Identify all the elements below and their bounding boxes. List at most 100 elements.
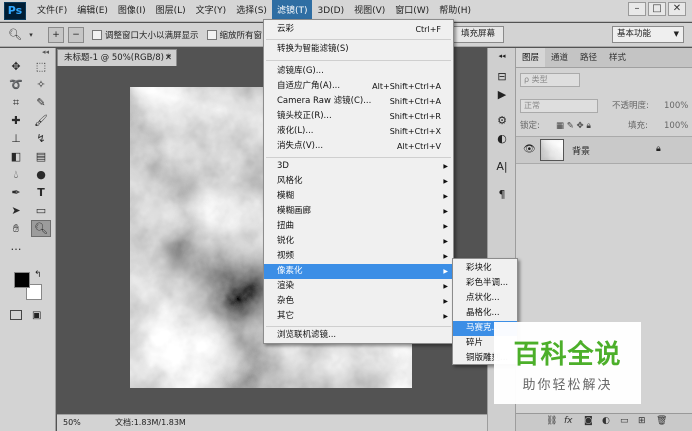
- delete-layer-icon[interactable]: 🗑︎: [656, 416, 667, 426]
- menu-item-distort[interactable]: 扭曲 ▶: [264, 219, 453, 234]
- submenu-item-crystallize[interactable]: 晶格化...: [453, 306, 517, 321]
- eraser-tool-icon[interactable]: ◧: [6, 148, 26, 165]
- menu-item-liquify[interactable]: 液化(L)... Shift+Ctrl+X: [264, 124, 453, 139]
- menu-separator: [266, 326, 451, 327]
- opacity-value[interactable]: 100%: [664, 98, 688, 114]
- properties-panel-icon[interactable]: ⚙︎: [493, 114, 511, 130]
- zoom-tool-icon[interactable]: 🔍︎: [4, 26, 26, 44]
- menu-item-blur[interactable]: 模糊 ▶: [264, 189, 453, 204]
- crop-tool-icon[interactable]: ⌗: [6, 94, 26, 111]
- healing-brush-tool-icon[interactable]: ✚: [6, 112, 26, 129]
- lock-icons[interactable]: ▦ ✎ ✥ 🔒︎: [556, 118, 591, 134]
- submenu-item-pointillize[interactable]: 点状化...: [453, 291, 517, 306]
- fx-icon[interactable]: fx: [564, 416, 573, 426]
- lasso-tool-icon[interactable]: ➰: [6, 76, 26, 93]
- menu-item-other[interactable]: 其它 ▶: [264, 309, 453, 324]
- panel-collapse-icon[interactable]: ◂◂: [0, 48, 55, 58]
- zoom-in-icon[interactable]: +: [48, 26, 64, 43]
- history-brush-tool-icon[interactable]: ↯: [31, 130, 51, 147]
- brush-tool-icon[interactable]: 🖌︎: [31, 112, 51, 129]
- marquee-tool-icon[interactable]: ⬚: [31, 58, 51, 75]
- menu-item-sharpen[interactable]: 锐化 ▶: [264, 234, 453, 249]
- quick-mask-icon[interactable]: [10, 310, 22, 320]
- menu-type[interactable]: 文字(Y): [191, 0, 232, 22]
- swap-colors-icon[interactable]: ↰: [34, 270, 42, 280]
- pen-tool-icon[interactable]: ✒: [6, 184, 26, 201]
- menu-item-shortcut: Alt+Shift+Ctrl+A: [372, 82, 441, 91]
- link-layers-icon[interactable]: ⛓: [546, 416, 557, 426]
- new-layer-icon[interactable]: ⊞: [638, 416, 646, 426]
- adjustment-layer-icon[interactable]: ◐: [602, 416, 610, 426]
- zoom-all-checkbox[interactable]: [206, 29, 217, 40]
- menu-item-browse-online[interactable]: 浏览联机滤镜...: [264, 328, 453, 343]
- menu-item-3d[interactable]: 3D ▶: [264, 159, 453, 174]
- more-tools-icon[interactable]: …: [6, 238, 26, 255]
- submenu-item-color-halftone[interactable]: 彩色半调...: [453, 276, 517, 291]
- menu-item-vanishing-point[interactable]: 消失点(V)... Alt+Ctrl+V: [264, 139, 453, 154]
- menu-edit[interactable]: 编辑(E): [72, 0, 113, 22]
- shape-tool-icon[interactable]: ▭: [31, 202, 51, 219]
- zoom-level[interactable]: 50%: [63, 415, 81, 431]
- screen-mode-icon[interactable]: ▣: [32, 310, 41, 321]
- menu-image[interactable]: 图像(I): [113, 0, 151, 22]
- tab-paths[interactable]: 路径: [574, 48, 603, 67]
- menu-file[interactable]: 文件(F): [32, 0, 72, 22]
- close-icon[interactable]: ✕: [668, 2, 686, 16]
- eye-icon[interactable]: 👁︎: [523, 144, 536, 155]
- foreground-color-swatch[interactable]: [14, 272, 30, 288]
- history-panel-icon[interactable]: ⊟: [493, 70, 511, 86]
- menu-item-smart-filter[interactable]: 转换为智能滤镜(S): [264, 42, 453, 57]
- clone-stamp-tool-icon[interactable]: ⊥: [6, 130, 26, 147]
- menu-item-filter-gallery[interactable]: 滤镜库(G)...: [264, 64, 453, 79]
- menu-item-last-filter[interactable]: 云彩 Ctrl+F: [264, 22, 453, 37]
- menu-item-video[interactable]: 视频 ▶: [264, 249, 453, 264]
- blur-tool-icon[interactable]: 💧︎: [6, 166, 26, 183]
- collapse-icon[interactable]: ◂◂: [493, 52, 511, 68]
- paragraph-panel-icon[interactable]: ¶: [493, 188, 511, 204]
- dodge-tool-icon[interactable]: ●: [31, 166, 51, 183]
- resize-windows-checkbox[interactable]: [92, 29, 102, 40]
- magic-wand-tool-icon[interactable]: ✧: [31, 76, 51, 93]
- menu-item-noise[interactable]: 杂色 ▶: [264, 294, 453, 309]
- layer-row-background[interactable]: 👁︎ 背景 🔒︎: [516, 136, 692, 164]
- fill-screen-button[interactable]: 填充屏幕: [452, 26, 504, 43]
- menu-item-blur-gallery[interactable]: 模糊画廊 ▶: [264, 204, 453, 219]
- tab-styles[interactable]: 样式: [603, 48, 632, 67]
- character-panel-icon[interactable]: A|: [493, 160, 511, 176]
- gradient-tool-icon[interactable]: ▤: [31, 148, 51, 165]
- tool-preset-chevron-icon[interactable]: ▾: [26, 26, 36, 44]
- menu-item-lens-correction[interactable]: 镜头校正(R)... Shift+Ctrl+R: [264, 109, 453, 124]
- maximize-icon[interactable]: □: [648, 2, 666, 16]
- menu-item-pixelate[interactable]: 像素化 ▶: [264, 264, 453, 279]
- move-tool-icon[interactable]: ✥: [6, 58, 26, 75]
- zoom-tool-selected-icon[interactable]: 🔍︎: [31, 220, 51, 237]
- document-tab[interactable]: 未标题-1 @ 50%(RGB/8) * ✕: [57, 49, 177, 66]
- menu-item-label: 3D: [277, 161, 289, 171]
- tab-layers[interactable]: 图层: [516, 48, 546, 67]
- menu-item-stylize[interactable]: 风格化 ▶: [264, 174, 453, 189]
- zoom-out-icon[interactable]: −: [68, 26, 84, 43]
- blend-mode-select[interactable]: 正常: [520, 99, 598, 113]
- workspace-select[interactable]: 基本功能 ▼: [612, 26, 684, 43]
- menu-separator: [266, 157, 451, 158]
- tab-channels[interactable]: 通道: [545, 48, 574, 67]
- hand-tool-icon[interactable]: ✋︎: [6, 220, 26, 237]
- new-group-icon[interactable]: ▭: [620, 416, 629, 426]
- type-tool-icon[interactable]: T: [31, 184, 51, 201]
- menu-item-render[interactable]: 渲染 ▶: [264, 279, 453, 294]
- eyedropper-tool-icon[interactable]: ✎: [31, 94, 51, 111]
- close-tab-icon[interactable]: ✕: [165, 50, 172, 66]
- add-mask-icon[interactable]: ◙: [584, 416, 593, 426]
- submenu-item-facet[interactable]: 彩块化: [453, 261, 517, 276]
- layer-filter-kind[interactable]: ρ 类型: [520, 73, 580, 87]
- minimize-icon[interactable]: –: [628, 2, 646, 16]
- path-selection-tool-icon[interactable]: ➤: [6, 202, 26, 219]
- menu-item-last-filter-label: 云彩: [277, 24, 295, 34]
- menu-item-camera-raw[interactable]: Camera Raw 滤镜(C)... Shift+Ctrl+A: [264, 94, 453, 109]
- fill-value[interactable]: 100%: [664, 118, 688, 134]
- watermark-subtitle: 助你轻松解决: [522, 378, 613, 393]
- actions-panel-icon[interactable]: ▶: [493, 88, 511, 104]
- menu-layer[interactable]: 图层(L): [151, 0, 191, 22]
- adjustments-panel-icon[interactable]: ◐: [493, 132, 511, 148]
- menu-item-adaptive-wide-angle[interactable]: 自适应广角(A)... Alt+Shift+Ctrl+A: [264, 79, 453, 94]
